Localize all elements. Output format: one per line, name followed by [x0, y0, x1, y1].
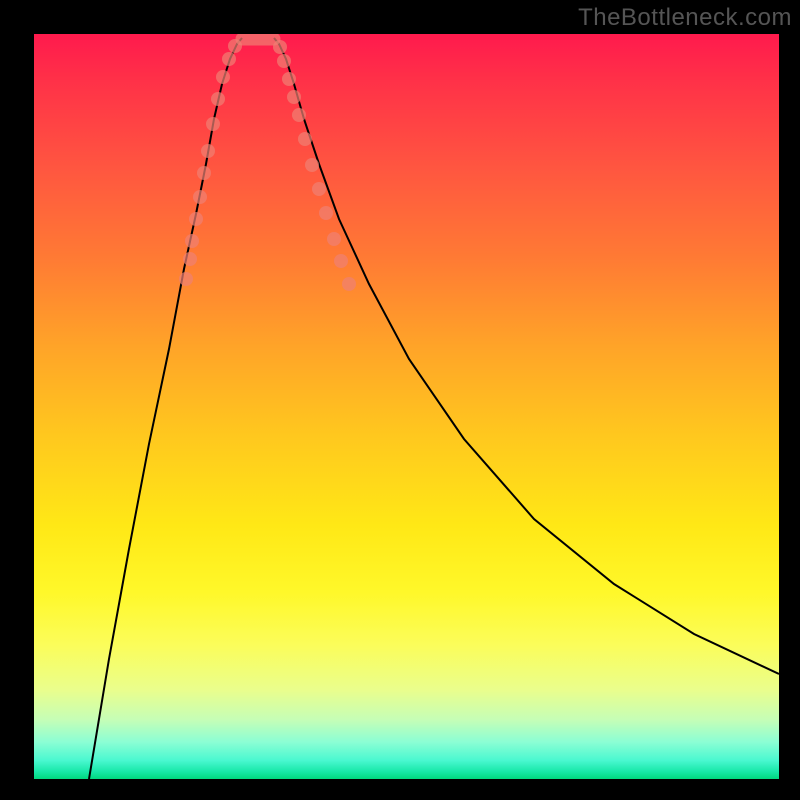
marker-dot [185, 234, 199, 248]
marker-dot [189, 212, 203, 226]
marker-dot [273, 40, 287, 54]
chart-overlay [34, 34, 779, 779]
marker-dot [282, 72, 296, 86]
watermark-text: TheBottleneck.com [578, 4, 792, 32]
marker-dot [193, 190, 207, 204]
marker-cluster-right [273, 40, 356, 291]
marker-dot [228, 39, 242, 53]
marker-dot [222, 52, 236, 66]
marker-dot [298, 132, 312, 146]
marker-dot [201, 144, 215, 158]
marker-dot [287, 90, 301, 104]
marker-dot [183, 252, 197, 266]
plot-area [34, 34, 779, 779]
marker-dot [206, 117, 220, 131]
marker-dot [216, 70, 230, 84]
marker-dot [179, 272, 193, 286]
left-curve [89, 38, 242, 779]
marker-dot [342, 277, 356, 291]
marker-dot [277, 54, 291, 68]
marker-dot [312, 182, 326, 196]
marker-dot [327, 232, 341, 246]
marker-dot [319, 206, 333, 220]
marker-dot [292, 108, 306, 122]
marker-dot [211, 92, 225, 106]
marker-dot [197, 166, 211, 180]
chart-canvas: TheBottleneck.com [0, 0, 800, 800]
marker-dot [334, 254, 348, 268]
right-curve [274, 38, 779, 674]
marker-dot [305, 158, 319, 172]
